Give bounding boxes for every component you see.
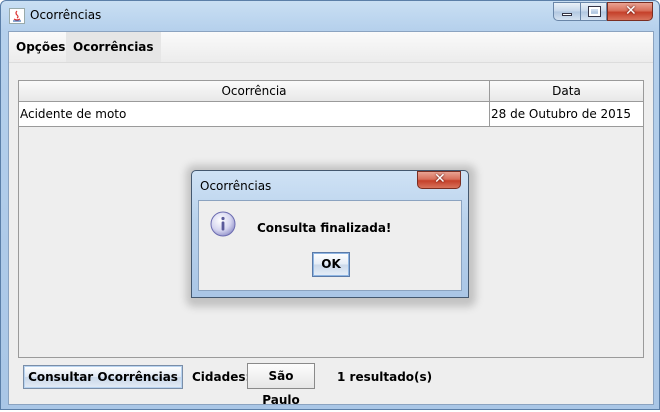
info-icon bbox=[210, 211, 236, 237]
cities-label: Cidades: bbox=[192, 370, 251, 384]
table-cell-ocorrencia: Acidente de moto bbox=[19, 102, 490, 126]
menu-opcoes[interactable]: Opções bbox=[9, 32, 72, 62]
maximize-icon bbox=[589, 7, 600, 16]
caption-buttons: ✕ bbox=[553, 2, 653, 21]
title-bar[interactable]: Ocorrências ✕ bbox=[1, 1, 659, 31]
close-icon: ✕ bbox=[434, 171, 446, 187]
dialog-close-button[interactable]: ✕ bbox=[417, 171, 461, 189]
bottom-bar: Consultar Ocorrências Cidades: São Paulo… bbox=[9, 362, 653, 407]
close-button[interactable]: ✕ bbox=[607, 2, 653, 21]
minimize-button[interactable] bbox=[553, 2, 580, 21]
window-title: Ocorrências bbox=[30, 8, 102, 22]
column-header-data[interactable]: Data bbox=[490, 81, 643, 101]
city-selector[interactable]: São Paulo bbox=[247, 363, 315, 407]
table-cell-data: 28 de Outubro de 2015 bbox=[491, 107, 632, 121]
dialog-body: Consulta finalizada! OK bbox=[198, 200, 462, 291]
result-count: 1 resultado(s) bbox=[337, 370, 433, 384]
close-icon: ✕ bbox=[625, 3, 637, 19]
java-app-icon bbox=[9, 8, 25, 24]
table-row[interactable]: Acidente de moto 28 de Outubro de 2015 bbox=[19, 102, 643, 127]
consult-button[interactable]: Consultar Ocorrências bbox=[23, 365, 183, 389]
ok-button[interactable]: OK bbox=[312, 252, 350, 277]
maximize-button[interactable] bbox=[580, 2, 607, 21]
message-dialog: Ocorrências ✕ Consulta finalizada! OK bbox=[191, 170, 469, 298]
table-header: Ocorrência Data bbox=[19, 81, 643, 102]
column-header-ocorrencia[interactable]: Ocorrência bbox=[19, 81, 490, 101]
dialog-message: Consulta finalizada! bbox=[257, 221, 392, 235]
minimize-icon bbox=[562, 13, 572, 16]
menu-bar: Opções Ocorrências bbox=[9, 32, 653, 63]
dialog-title: Ocorrências bbox=[200, 179, 272, 193]
menu-ocorrencias[interactable]: Ocorrências bbox=[66, 32, 161, 62]
